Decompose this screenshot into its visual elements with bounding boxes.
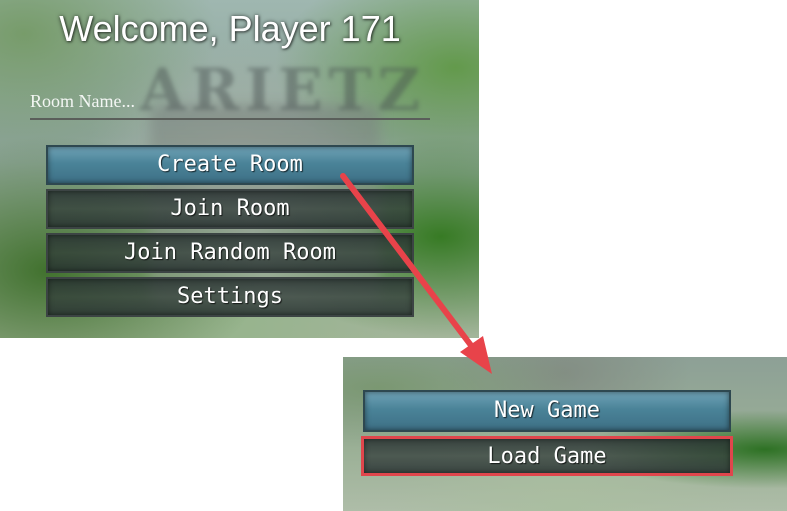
game-menu-panel [343, 357, 787, 511]
room-name-input[interactable] [30, 84, 430, 120]
settings-button[interactable]: Settings [46, 277, 414, 317]
join-random-room-button[interactable]: Join Random Room [46, 233, 414, 273]
new-game-button[interactable]: New Game [363, 390, 731, 432]
welcome-title: Welcome, Player 171 [59, 8, 401, 49]
load-game-button[interactable]: Load Game [361, 436, 733, 476]
create-room-button[interactable]: Create Room [46, 145, 414, 185]
join-room-button[interactable]: Join Room [46, 189, 414, 229]
